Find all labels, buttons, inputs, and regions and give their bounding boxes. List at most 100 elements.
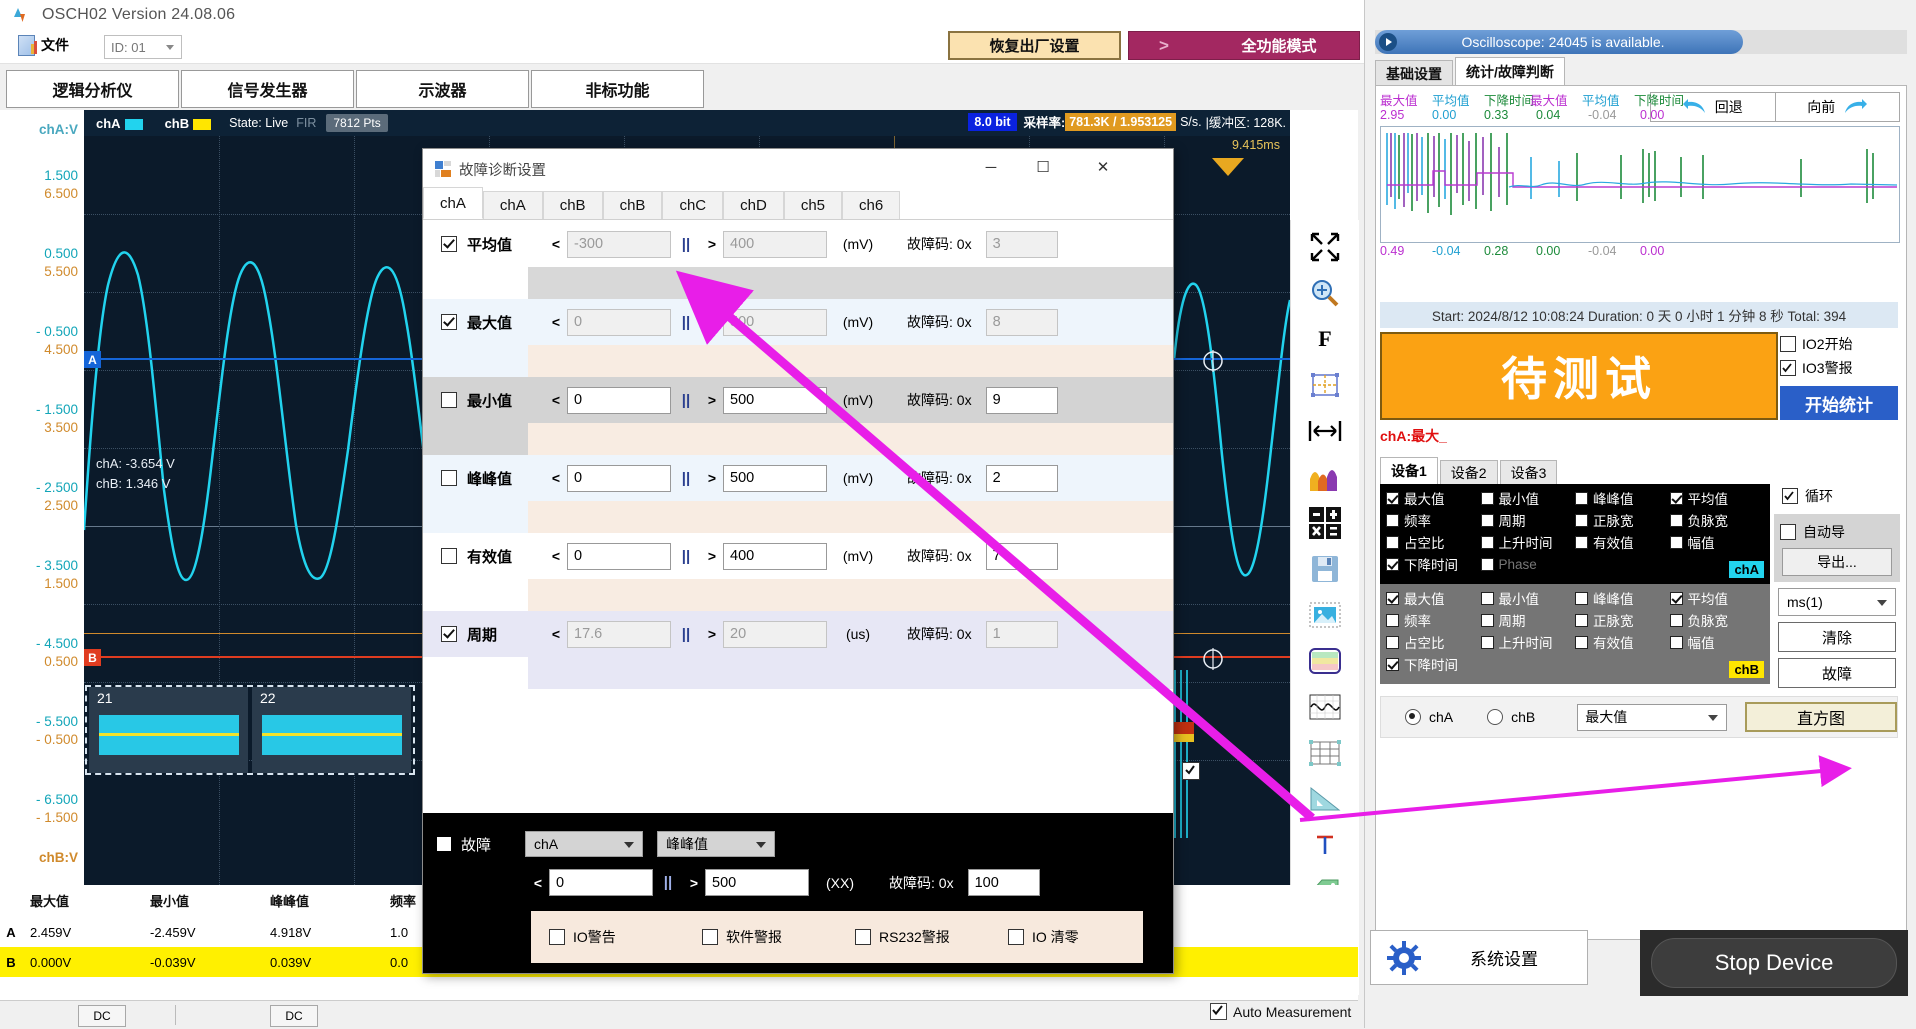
tab-signal-generator[interactable]: 信号发生器 [181,70,354,108]
fault-channel-select[interactable]: chA [525,831,643,857]
auto-export-checkbox[interactable]: 自动导 [1780,520,1894,544]
tab-basic-settings[interactable]: 基础设置 [1375,60,1453,86]
io-clear-checkbox[interactable]: IO 清零 [990,927,1143,947]
fault-code-input[interactable]: 8 [986,309,1058,336]
system-settings-button[interactable]: 系统设置 [1370,930,1588,985]
io2-start-checkbox[interactable]: IO2开始 [1780,332,1898,356]
row-enable-checkbox[interactable] [441,548,457,564]
cursor-a-tag[interactable]: A [84,351,101,368]
meas-check-item[interactable]: 负脉宽 [1670,510,1765,530]
text-t-icon[interactable] [1299,822,1351,868]
tab-device-1[interactable]: 设备1 [1380,457,1438,484]
auto-measurement-toggle[interactable]: Auto Measurement [1210,1003,1351,1020]
histogram-button[interactable]: 直方图 [1745,702,1897,732]
fault-button[interactable]: 故障 [1778,658,1896,688]
tab-logic-analyzer[interactable]: 逻辑分析仪 [6,70,179,108]
fault-code-input[interactable]: 9 [986,387,1058,414]
dialog-tab-cha-1[interactable]: chA [423,187,483,219]
meas-check-item[interactable]: 最大值 [1386,488,1481,508]
meas-check-item[interactable]: 占空比 [1386,632,1481,652]
fault-enable-checkbox[interactable] [437,837,451,851]
dialog-tab-chb-1[interactable]: chB [543,191,603,219]
color-bars-icon[interactable] [1299,638,1351,684]
cursor-b-handle-icon[interactable] [1202,648,1224,670]
stop-device-button[interactable]: Stop Device [1640,930,1908,996]
meas-check-item[interactable]: 平均值 [1670,488,1765,508]
max-input[interactable]: 20 [723,621,827,648]
radio-chb[interactable]: chB [1487,709,1535,725]
histogram-icon[interactable] [1299,454,1351,500]
min-input[interactable]: 0 [567,543,671,570]
factory-reset-button[interactable]: 恢复出厂设置 [948,31,1121,60]
row-enable-checkbox[interactable] [441,314,457,330]
loop-checkbox[interactable]: 循环 [1782,484,1900,508]
meas-check-item[interactable]: Phase [1481,554,1576,574]
fault-measure-select[interactable]: 峰峰值 [657,831,775,857]
row-enable-checkbox[interactable] [441,236,457,252]
meas-check-item[interactable]: 最小值 [1481,588,1576,608]
dialog-tab-ch6[interactable]: ch6 [842,191,900,219]
fault-code-input[interactable]: 2 [986,465,1058,492]
meas-check-item[interactable]: 最大值 [1386,588,1481,608]
measure-box-icon[interactable] [1299,362,1351,408]
coupling-dc-chb[interactable]: DC [270,1005,318,1027]
waveform-grid-icon[interactable] [1299,684,1351,730]
io3-alarm-checkbox[interactable]: IO3警报 [1780,356,1898,380]
fault-code-input[interactable]: 100 [968,869,1040,896]
min-input[interactable]: 0 [567,387,671,414]
meas-check-item[interactable]: 频率 [1386,510,1481,530]
tab-statistics-fault[interactable]: 统计/故障判断 [1455,57,1565,86]
meas-check-item[interactable]: 最小值 [1481,488,1576,508]
rs232-alarm-checkbox[interactable]: RS232警报 [837,927,990,947]
cursor-b-tag[interactable]: B [84,649,101,666]
coupling-dc-cha[interactable]: DC [78,1005,126,1027]
zoom-in-icon[interactable] [1299,270,1351,316]
radio-cha[interactable]: chA [1405,709,1453,725]
row-enable-checkbox[interactable] [441,470,457,486]
meas-check-item[interactable]: 有效值 [1575,632,1670,652]
fft-f-icon[interactable]: F [1299,316,1351,362]
screenshot-icon[interactable] [1299,592,1351,638]
meas-check-item[interactable]: 下降时间 [1386,554,1481,574]
meas-check-item[interactable]: 幅值 [1670,532,1765,552]
histogram-measure-select[interactable]: 最大值 [1577,704,1727,731]
meas-check-item[interactable]: 峰峰值 [1575,488,1670,508]
tab-device-2[interactable]: 设备2 [1440,460,1498,484]
dialog-tab-chb-2[interactable]: chB [603,191,663,219]
min-input[interactable]: -300 [567,231,671,258]
min-input[interactable]: 0 [567,309,671,336]
dial og-maximize-button[interactable]: ☐ [1017,149,1069,185]
full-function-mode-button[interactable]: > 全功能模式 [1128,31,1360,60]
dialog-minimize-button[interactable]: ─ [965,149,1017,185]
ruler-triangle-icon[interactable] [1299,776,1351,822]
dialog-tab-ch5[interactable]: ch5 [784,191,842,219]
software-alarm-checkbox[interactable]: 软件警报 [684,927,837,947]
horizontal-span-icon[interactable] [1299,408,1351,454]
dialog-tab-chc[interactable]: chC [662,191,723,219]
meas-check-item[interactable]: 峰峰值 [1575,588,1670,608]
io-warning-checkbox[interactable]: IO警告 [531,927,684,947]
max-input[interactable]: 500 [723,309,827,336]
max-input[interactable]: 400 [723,231,827,258]
meas-check-item[interactable]: 有效值 [1575,532,1670,552]
thumbnail-item[interactable]: 21 [89,687,248,773]
start-statistics-button[interactable]: 开始统计 [1780,386,1898,420]
auto-measurement-checkbox[interactable] [1210,1003,1227,1020]
unit-select[interactable]: ms(1) [1778,588,1896,616]
save-disk-icon[interactable] [1299,546,1351,592]
meas-check-item[interactable]: 平均值 [1670,588,1765,608]
export-button[interactable]: 导出... [1782,548,1892,576]
meas-check-item[interactable]: 正脉宽 [1575,510,1670,530]
meas-check-item[interactable]: 周期 [1481,510,1576,530]
max-input[interactable]: 500 [723,387,827,414]
min-input[interactable]: 0 [567,465,671,492]
expand-arrows-icon[interactable] [1299,224,1351,270]
dialog-tab-cha-2[interactable]: chA [483,191,543,219]
device-id-select[interactable]: ID: 01 [104,35,182,59]
meas-check-item[interactable]: 上升时间 [1481,632,1576,652]
meas-check-item[interactable]: 幅值 [1670,632,1765,652]
meas-check-item[interactable]: 下降时间 [1386,654,1481,674]
waveform-thumbnail-strip[interactable]: 21 22 [85,685,415,775]
meas-check-item[interactable]: 上升时间 [1481,532,1576,552]
meas-check-item[interactable]: 频率 [1386,610,1481,630]
